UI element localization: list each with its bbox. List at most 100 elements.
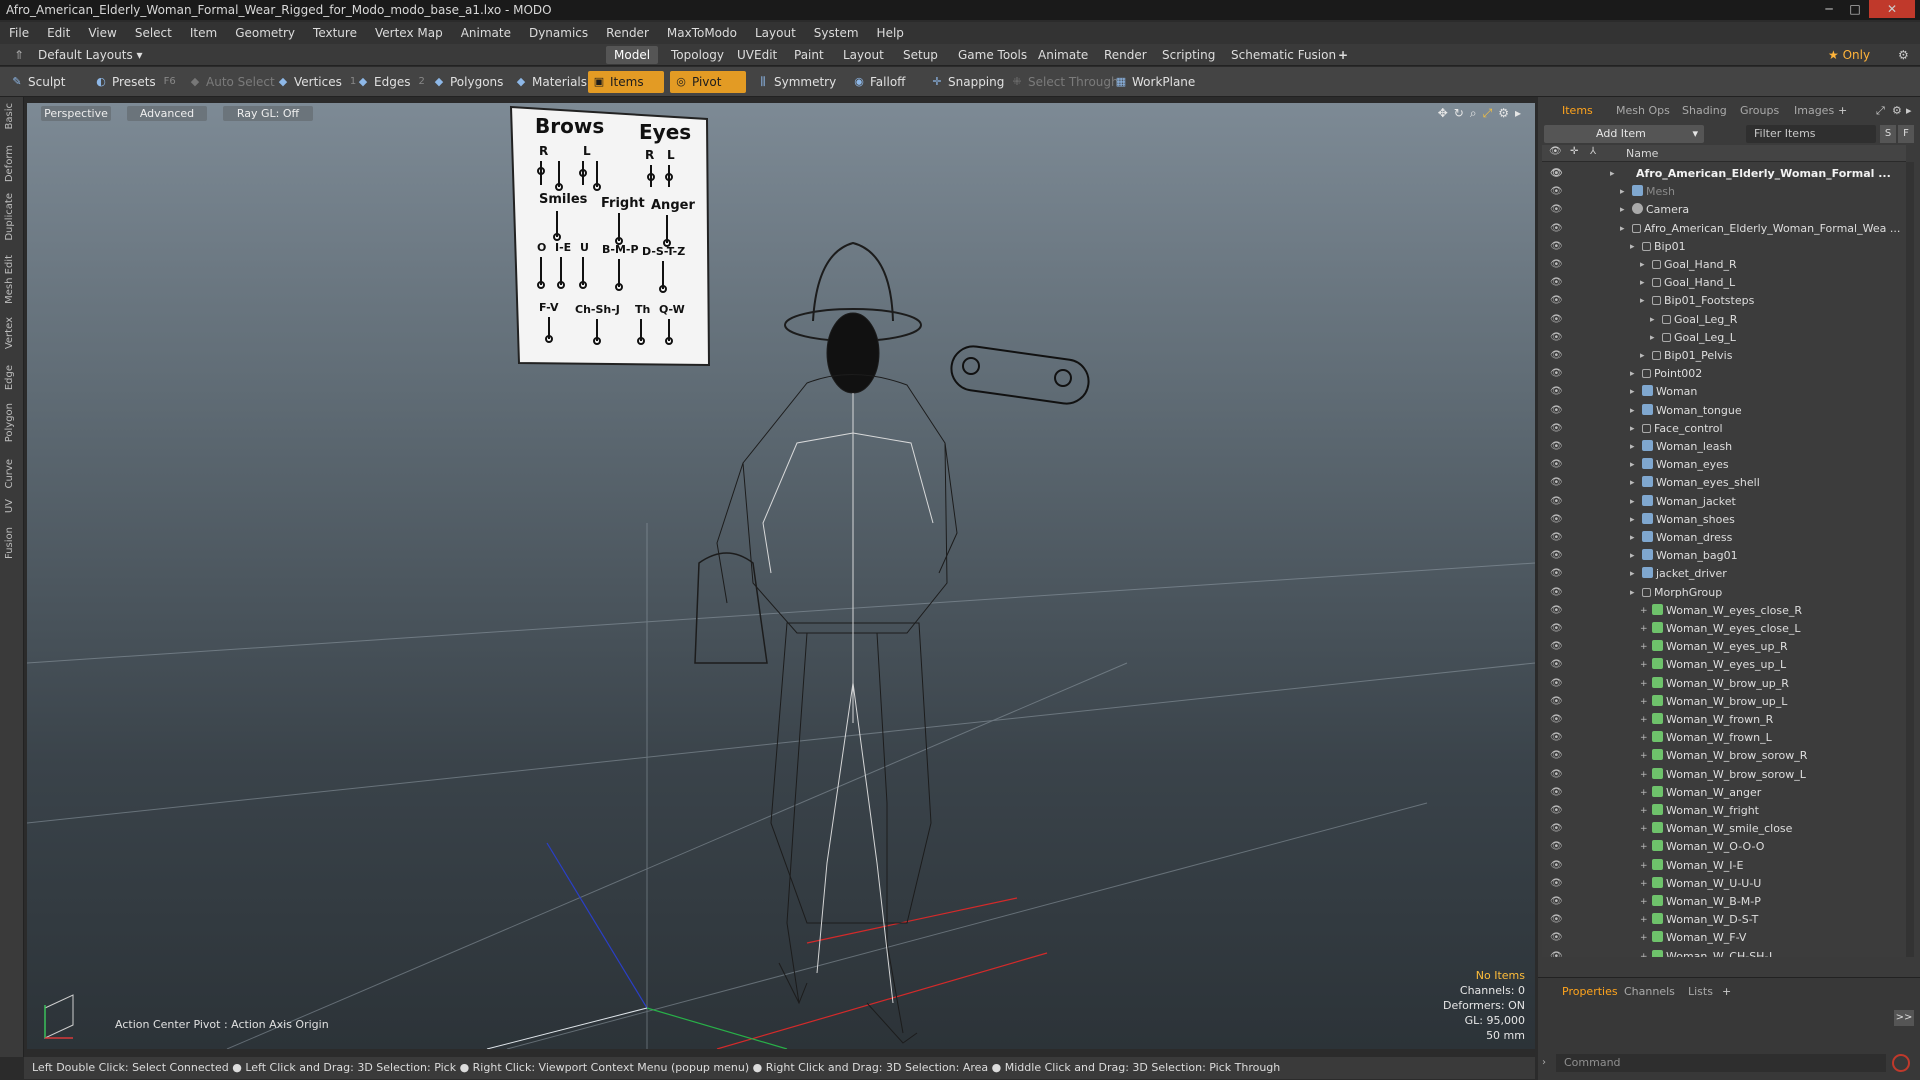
- expand-arrow-icon[interactable]: ▸: [1630, 438, 1635, 456]
- workplane-button[interactable]: ▦ WorkPlane: [1110, 71, 1201, 93]
- presets-button[interactable]: ◐ Presets F6: [90, 71, 182, 93]
- expand-arrow-icon[interactable]: ▸: [1630, 547, 1635, 565]
- expand-arrow-icon[interactable]: ▸: [1630, 365, 1635, 383]
- tab-lists[interactable]: Lists: [1688, 984, 1713, 1000]
- list-item[interactable]: 👁 + Woman_W_anger: [1542, 784, 1906, 802]
- select-through-button[interactable]: ⁜ Select Through: [1006, 71, 1125, 93]
- eye-icon[interactable]: 👁: [1550, 365, 1563, 383]
- close-button[interactable]: ✕: [1869, 0, 1915, 18]
- eye-icon[interactable]: 👁: [1550, 456, 1563, 474]
- expand-arrow-icon[interactable]: ▸: [1630, 402, 1635, 420]
- list-item[interactable]: 👁 + Woman_W_frown_R: [1542, 711, 1906, 729]
- eye-icon[interactable]: 👁: [1550, 638, 1563, 656]
- eye-icon[interactable]: 👁: [1550, 911, 1563, 929]
- eye-icon[interactable]: 👁: [1550, 511, 1563, 529]
- eye-icon[interactable]: 👁: [1550, 729, 1563, 747]
- list-item[interactable]: 👁 + Woman_W_F-V: [1542, 929, 1906, 947]
- expand-arrow-icon[interactable]: ▸: [1630, 511, 1635, 529]
- vtab-uv[interactable]: UV: [4, 499, 20, 513]
- item-list-scrollbar[interactable]: [1906, 162, 1914, 957]
- menu-geometry[interactable]: Geometry: [226, 26, 304, 40]
- expand-arrow-icon[interactable]: ▸: [1640, 274, 1645, 292]
- list-item[interactable]: 👁 ▸ MorphGroup: [1542, 584, 1906, 602]
- menu-maxtomodo[interactable]: MaxToModo: [658, 26, 746, 40]
- eye-icon[interactable]: 👁: [1550, 656, 1563, 674]
- eye-icon[interactable]: 👁: [1550, 820, 1563, 838]
- vtab-fusion[interactable]: Fusion: [4, 527, 20, 559]
- list-item[interactable]: 👁 ▸ Face_control: [1542, 420, 1906, 438]
- falloff-button[interactable]: ◉ Falloff: [848, 71, 911, 93]
- expand-arrow-icon[interactable]: ▸: [1630, 493, 1635, 511]
- expand-arrow-icon[interactable]: ▸: [1630, 238, 1635, 256]
- eye-icon[interactable]: 👁: [1550, 292, 1563, 310]
- list-item[interactable]: 👁 + Woman_W_CH-SH-J: [1542, 948, 1906, 957]
- lock-column-icon[interactable]: ✛: [1570, 146, 1578, 157]
- visibility-column-eye-icon[interactable]: 👁: [1549, 146, 1562, 157]
- eye-icon[interactable]: 👁: [1550, 274, 1563, 292]
- only-toggle[interactable]: ★ Only: [1820, 46, 1878, 64]
- list-item[interactable]: 👁 ▸ Bip01: [1542, 238, 1906, 256]
- gear-icon[interactable]: ⚙: [1890, 46, 1917, 64]
- tab-uvedit[interactable]: UVEdit: [729, 46, 785, 64]
- list-item[interactable]: 👁 ▸ Woman_dress: [1542, 529, 1906, 547]
- list-item[interactable]: 👁 + Woman_W_U-U-U: [1542, 875, 1906, 893]
- eye-icon[interactable]: 👁: [1550, 747, 1563, 765]
- tab-scripting[interactable]: Scripting: [1154, 46, 1223, 64]
- eye-icon[interactable]: 👁: [1550, 802, 1563, 820]
- tab-paint[interactable]: Paint: [786, 46, 832, 64]
- expand-arrow-icon[interactable]: +: [1640, 784, 1648, 802]
- expand-arrow-icon[interactable]: +: [1640, 766, 1648, 784]
- menu-layout[interactable]: Layout: [746, 26, 805, 40]
- expand-arrow-icon[interactable]: +: [1640, 857, 1648, 875]
- list-item[interactable]: 👁 ▸ Woman_eyes_shell: [1542, 474, 1906, 492]
- expand-arrow-icon[interactable]: ▸: [1650, 311, 1655, 329]
- list-item[interactable]: 👁 + Woman_W_brow_up_L: [1542, 693, 1906, 711]
- edges-button[interactable]: ◆ Edges 2: [352, 71, 431, 93]
- list-item[interactable]: 👁 ▸ jacket_driver: [1542, 565, 1906, 583]
- expand-button[interactable]: >>: [1894, 1010, 1914, 1026]
- snapping-button[interactable]: ✛ Snapping: [926, 71, 1010, 93]
- expand-arrow-icon[interactable]: +: [1640, 929, 1648, 947]
- eye-icon[interactable]: 👁: [1550, 256, 1563, 274]
- list-item[interactable]: 👁 + Woman_W_fright: [1542, 802, 1906, 820]
- list-item[interactable]: 👁 ▸ Woman_tongue: [1542, 402, 1906, 420]
- expand-arrow-icon[interactable]: ▸: [1640, 347, 1645, 365]
- vertices-button[interactable]: ◆ Vertices 1: [272, 71, 362, 93]
- add-panel-tab-button[interactable]: +: [1838, 103, 1847, 119]
- vtab-vertex[interactable]: Vertex: [4, 317, 20, 349]
- list-item[interactable]: 👁 ▸ Goal_Hand_L: [1542, 274, 1906, 292]
- items-button[interactable]: ▣ Items: [588, 71, 664, 93]
- vtab-mesh-edit[interactable]: Mesh Edit: [4, 255, 20, 304]
- command-stop-icon[interactable]: [1892, 1054, 1910, 1072]
- list-item[interactable]: 👁 + Woman_W_brow_sorow_R: [1542, 747, 1906, 765]
- expand-arrow-icon[interactable]: ▸: [1640, 292, 1645, 310]
- list-item[interactable]: 👁 ▸ Woman_jacket: [1542, 493, 1906, 511]
- expand-arrow-icon[interactable]: +: [1640, 602, 1648, 620]
- menu-file[interactable]: File: [0, 26, 38, 40]
- expand-arrow-icon[interactable]: +: [1640, 747, 1648, 765]
- menu-item[interactable]: Item: [181, 26, 226, 40]
- eye-icon[interactable]: 👁: [1550, 220, 1563, 238]
- expand-arrow-icon[interactable]: ▸: [1630, 456, 1635, 474]
- expand-arrow-icon[interactable]: +: [1640, 638, 1648, 656]
- list-item[interactable]: 👁 ▸ Goal_Hand_R: [1542, 256, 1906, 274]
- expand-arrow-icon[interactable]: +: [1640, 838, 1648, 856]
- list-item[interactable]: 👁 + Woman_W_smile_close: [1542, 820, 1906, 838]
- tab-schematic-fusion[interactable]: Schematic Fusion: [1223, 46, 1344, 64]
- eye-icon[interactable]: 👁: [1550, 165, 1563, 183]
- maximize-button[interactable]: □: [1843, 0, 1867, 18]
- eye-icon[interactable]: 👁: [1550, 201, 1563, 219]
- eye-icon[interactable]: 👁: [1550, 602, 1563, 620]
- tab-channels[interactable]: Channels: [1624, 984, 1675, 1000]
- materials-button[interactable]: ◆ Materials: [510, 71, 593, 93]
- eye-icon[interactable]: 👁: [1550, 547, 1563, 565]
- filter-f-button[interactable]: F: [1898, 125, 1914, 143]
- tab-setup[interactable]: Setup: [895, 46, 946, 64]
- expand-arrow-icon[interactable]: ▸: [1630, 383, 1635, 401]
- list-item[interactable]: 👁 ▸ Bip01_Footsteps: [1542, 292, 1906, 310]
- list-item[interactable]: 👁 + Woman_W_I-E: [1542, 857, 1906, 875]
- eye-icon[interactable]: 👁: [1550, 857, 1563, 875]
- list-item[interactable]: 👁 + Woman_W_D-S-T: [1542, 911, 1906, 929]
- list-item[interactable]: 👁 ▸ Woman_eyes: [1542, 456, 1906, 474]
- panel-expand-icon[interactable]: ⤢: [1876, 103, 1885, 119]
